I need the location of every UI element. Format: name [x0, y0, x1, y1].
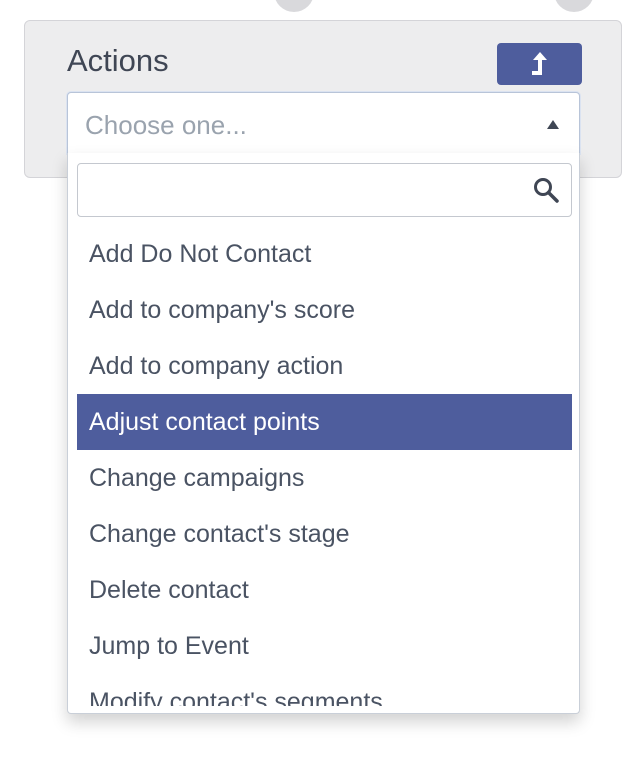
panel-title: Actions [67, 43, 169, 78]
partial-circle-button[interactable] [274, 0, 314, 12]
caret-up-icon [547, 120, 559, 129]
search-field[interactable] [77, 163, 572, 217]
action-dropdown: Add Do Not Contact Add to company's scor… [67, 153, 580, 714]
partial-circle-button[interactable] [554, 0, 594, 12]
option-add-do-not-contact[interactable]: Add Do Not Contact [77, 226, 572, 282]
option-change-campaigns[interactable]: Change campaigns [77, 450, 572, 506]
search-icon [533, 177, 559, 203]
option-jump-to-event[interactable]: Jump to Event [77, 618, 572, 674]
panel-action-button[interactable] [497, 43, 582, 85]
option-adjust-contact-points[interactable]: Adjust contact points [77, 394, 572, 450]
screen: Actions Choose one... Add Do Not Contact… [0, 0, 628, 772]
arrow-up-icon [529, 51, 551, 77]
option-modify-contact-segments[interactable]: Modify contact's segments [77, 674, 572, 706]
option-change-contact-stage[interactable]: Change contact's stage [77, 506, 572, 562]
option-add-to-company-score[interactable]: Add to company's score [77, 282, 572, 338]
action-select[interactable]: Choose one... [67, 92, 580, 154]
select-placeholder: Choose one... [85, 110, 247, 140]
option-delete-contact[interactable]: Delete contact [77, 562, 572, 618]
options-list: Add Do Not Contact Add to company's scor… [77, 226, 572, 706]
option-add-to-company-action[interactable]: Add to company action [77, 338, 572, 394]
search-input[interactable] [78, 164, 518, 216]
